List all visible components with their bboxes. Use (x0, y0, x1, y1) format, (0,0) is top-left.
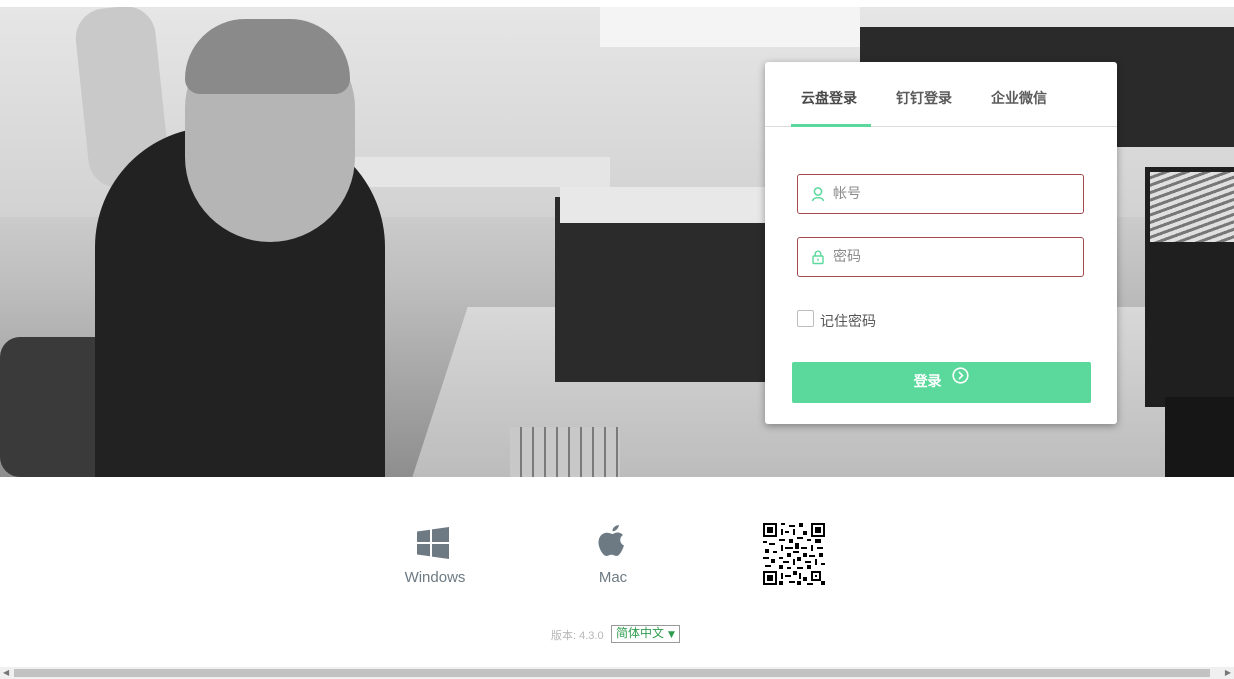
top-strip (0, 0, 1234, 7)
user-icon (810, 186, 826, 202)
arrow-right-circle-icon (952, 360, 970, 401)
scroll-right-icon[interactable]: ▶ (1225, 669, 1231, 677)
windows-icon (417, 527, 449, 563)
login-card: 云盘登录 钉钉登录 企业微信 记住密码 登录 (765, 62, 1117, 424)
lock-icon (810, 249, 826, 265)
login-button[interactable]: 登录 (792, 362, 1091, 403)
login-button-label: 登录 (913, 374, 942, 390)
active-tab-indicator (791, 124, 871, 127)
tab-dingtalk-login[interactable]: 钉钉登录 (896, 88, 952, 108)
tab-wechat-work-login[interactable]: 企业微信 (991, 88, 1047, 108)
apple-icon (597, 523, 629, 565)
hero-keyboard (510, 427, 620, 477)
username-field (797, 174, 1084, 214)
qr-code (763, 523, 825, 585)
horizontal-scrollbar[interactable]: ◀ ▶ (0, 667, 1234, 679)
language-select[interactable]: 简体中文 ▼ (611, 625, 680, 643)
password-field (797, 237, 1084, 277)
hero-person-hair (185, 19, 350, 94)
windows-download-label: Windows (404, 569, 466, 586)
version-text: 版本: 4.3.0 (551, 630, 604, 642)
hero-printer-top (560, 187, 770, 223)
scroll-left-icon[interactable]: ◀ (3, 669, 9, 677)
login-tabs: 云盘登录 钉钉登录 企业微信 (765, 62, 1117, 127)
remember-password-checkbox[interactable] (797, 310, 814, 327)
mac-download-label: Mac (598, 569, 628, 586)
hero-right-equipment (1165, 397, 1234, 477)
password-input[interactable] (833, 238, 1073, 276)
remember-password-label: 记住密码 (820, 314, 876, 330)
hero-printer (555, 197, 775, 382)
language-select-value: 简体中文 (616, 626, 665, 640)
scrollbar-thumb[interactable] (14, 669, 1210, 677)
username-input[interactable] (833, 175, 1073, 213)
hero-shelf (330, 157, 610, 187)
hero-right-vent (1150, 172, 1234, 242)
tab-cloud-login[interactable]: 云盘登录 (801, 88, 857, 108)
hero-window-light (600, 7, 860, 47)
caret-down-icon: ▼ (668, 630, 675, 640)
